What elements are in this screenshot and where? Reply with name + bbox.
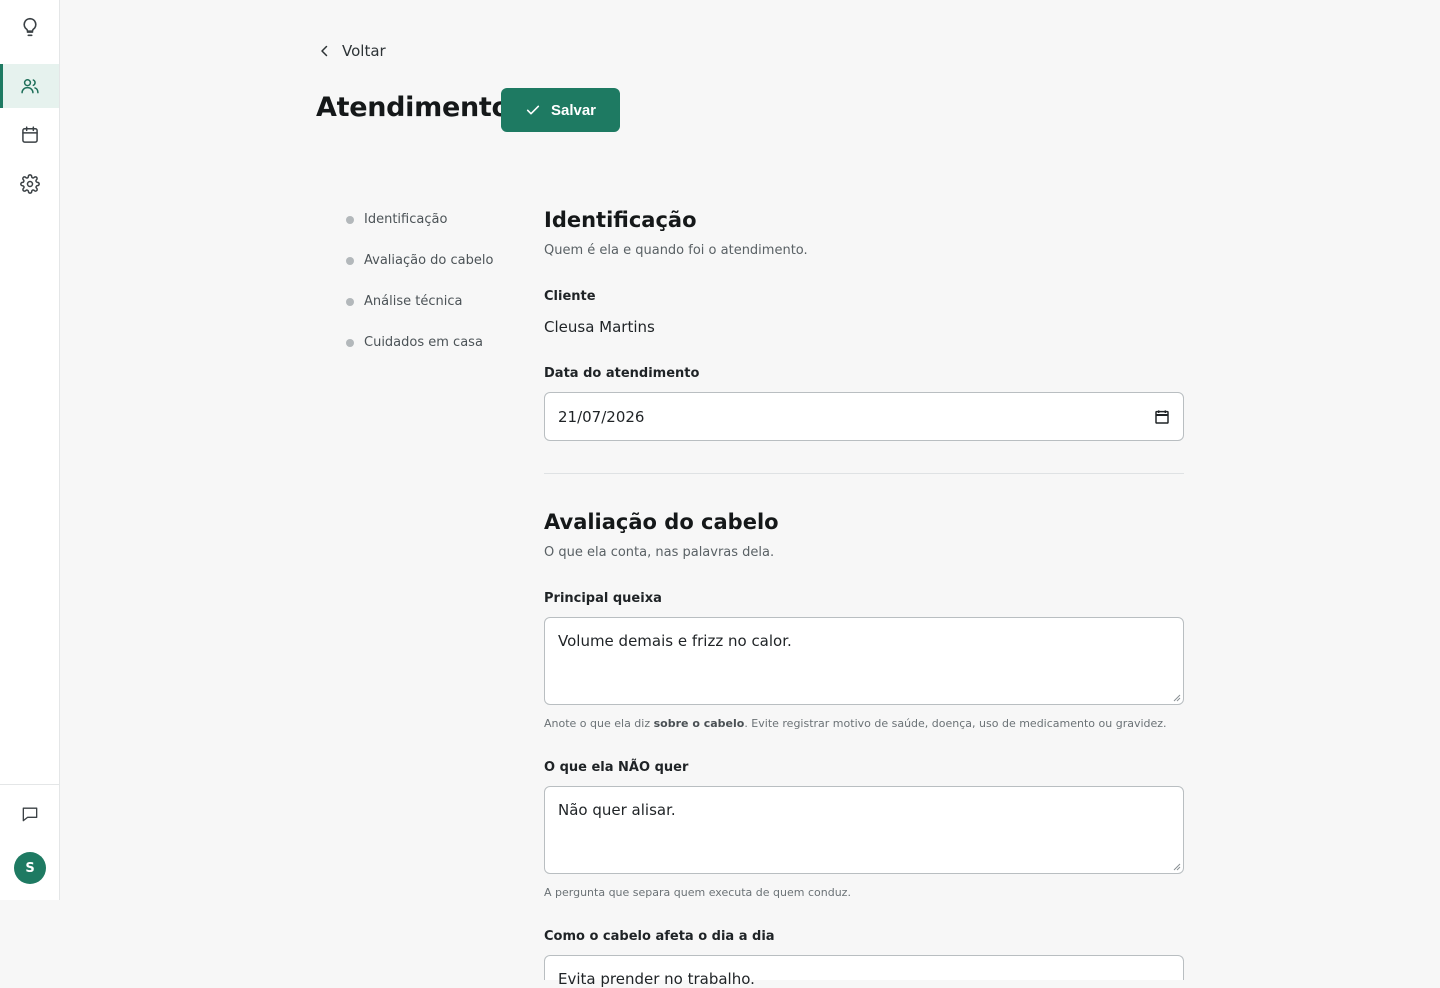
bullet-icon (346, 215, 354, 224)
section-divider (544, 473, 1184, 474)
data-label: Data do atendimento (544, 366, 700, 381)
queixa-label: Principal queixa (544, 591, 662, 606)
queixa-textarea[interactable]: Volume demais e frizz no calor. (544, 617, 1184, 705)
nao-quer-value: Não quer alisar. (558, 801, 676, 819)
dia-a-dia-value: Evita prender no trabalho. (558, 970, 755, 988)
queixa-hint: Anote o que ela diz sobre o cabelo. Evit… (544, 717, 1167, 730)
date-value: 21/07/2026 (558, 407, 645, 426)
toc-item-identificacao[interactable]: Identificação (346, 212, 546, 227)
save-button[interactable]: Salvar (501, 88, 620, 132)
toc-label: Identificação (364, 212, 448, 227)
resize-handle-icon[interactable] (1171, 692, 1181, 702)
section-title-avaliacao: Avaliação do cabelo (544, 510, 779, 534)
section-title-identificacao: Identificação (544, 208, 697, 232)
dia-a-dia-textarea[interactable]: Evita prender no trabalho. (544, 955, 1184, 988)
toc-item-cuidados[interactable]: Cuidados em casa (346, 335, 546, 350)
users-icon (20, 79, 39, 94)
sidebar-divider (0, 784, 59, 785)
page-title: Atendimento (316, 92, 510, 123)
queixa-value: Volume demais e frizz no calor. (558, 632, 792, 650)
save-label: Salvar (550, 101, 597, 119)
check-icon (526, 105, 540, 115)
resize-handle-icon[interactable] (1171, 861, 1181, 871)
dia-a-dia-label: Como o cabelo afeta o dia a dia (544, 929, 775, 944)
toc-label: Avaliação do cabelo (364, 253, 494, 268)
sidebar-item-settings[interactable] (0, 162, 59, 206)
nao-quer-label: O que ela NÃO quer (544, 760, 689, 775)
section-subtitle: O que ela conta, nas palavras dela. (544, 545, 775, 560)
date-input[interactable]: 21/07/2026 (544, 392, 1184, 441)
cliente-label: Cliente (544, 289, 596, 304)
nao-quer-hint: A pergunta que separa quem executa de qu… (544, 886, 851, 899)
back-label: Voltar (342, 42, 386, 60)
nao-quer-textarea[interactable]: Não quer alisar. (544, 786, 1184, 874)
sidebar-item-calendar[interactable] (0, 113, 59, 157)
sidebar-item-clients[interactable] (0, 64, 59, 108)
section-subtitle: Quem é ela e quando foi o atendimento. (544, 243, 808, 258)
toc-item-analise[interactable]: Análise técnica (346, 294, 546, 309)
lightbulb-icon[interactable] (0, 5, 59, 49)
chevron-left-icon (321, 45, 328, 57)
avatar[interactable]: S (14, 852, 46, 884)
calendar-icon (21, 126, 38, 143)
sidebar: S (0, 0, 60, 900)
gear-icon (19, 174, 40, 194)
toc-item-avaliacao[interactable]: Avaliação do cabelo (346, 253, 546, 268)
toc-label: Análise técnica (364, 294, 463, 309)
cliente-value: Cleusa Martins (544, 318, 655, 336)
back-link[interactable]: Voltar (316, 42, 386, 60)
chat-icon (22, 807, 37, 822)
bullet-icon (346, 297, 354, 306)
chat-button[interactable] (0, 792, 59, 836)
toc-label: Cuidados em casa (364, 335, 483, 350)
bullet-icon (346, 338, 354, 347)
calendar-icon[interactable] (1154, 409, 1170, 425)
bullet-icon (346, 256, 354, 265)
